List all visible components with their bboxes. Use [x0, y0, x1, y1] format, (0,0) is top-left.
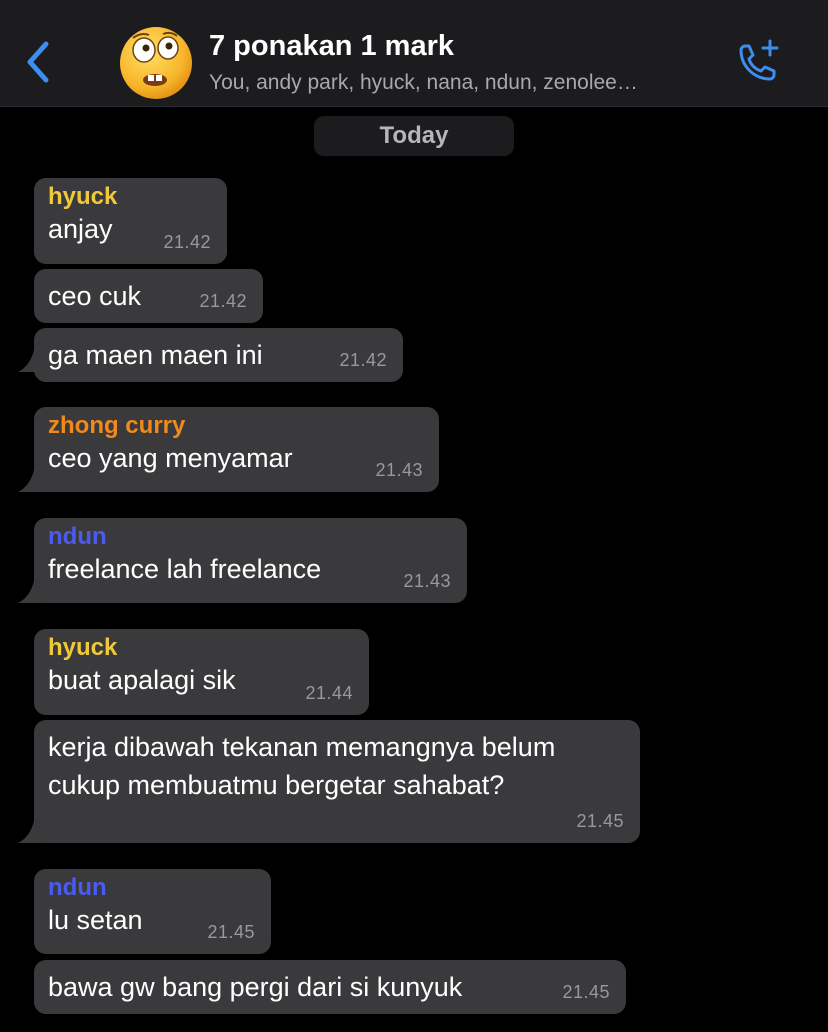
message-time: 21.42	[163, 232, 211, 252]
sender-name[interactable]: ndun	[48, 524, 453, 550]
group-avatar[interactable]	[119, 26, 193, 100]
message-time: 21.42	[339, 350, 387, 370]
message-time: 21.45	[562, 982, 610, 1002]
chat-header: 7 ponakan 1 mark You, andy park, hyuck, …	[0, 0, 828, 107]
message-text-line: kerja dibawah tekanan memangnya belum	[48, 732, 556, 762]
message-bubble[interactable]: bawa gw bang pergi dari si kunyuk 21.45	[34, 960, 626, 1014]
message-text: ceo yang menyamar	[48, 443, 293, 473]
sender-name[interactable]: hyuck	[48, 635, 355, 661]
message-bubble[interactable]: hyuck buat apalagi sik 21.44	[34, 629, 369, 715]
message-time: 21.45	[207, 922, 255, 942]
message-bubble[interactable]: kerja dibawah tekanan memangnya belum cu…	[34, 720, 640, 843]
date-divider: Today	[314, 116, 514, 156]
sender-name[interactable]: zhong curry	[48, 413, 425, 439]
phone-plus-icon	[739, 39, 779, 81]
message-bubble[interactable]: zhong curry ceo yang menyamar 21.43	[34, 407, 439, 492]
back-button[interactable]	[18, 36, 58, 88]
chat-members[interactable]: You, andy park, hyuck, nana, ndun, zenol…	[209, 71, 721, 95]
message-time: 21.45	[576, 811, 624, 831]
message-text: freelance lah freelance	[48, 554, 322, 584]
message-bubble[interactable]: ga maen maen ini 21.42	[34, 328, 403, 382]
message-time: 21.43	[375, 460, 423, 480]
sender-name[interactable]: ndun	[48, 875, 257, 901]
chat-title[interactable]: 7 ponakan 1 mark	[209, 30, 454, 63]
message-text: ga maen maen ini	[48, 340, 263, 370]
message-time: 21.44	[305, 683, 353, 703]
message-text: bawa gw bang pergi dari si kunyuk	[48, 972, 463, 1002]
message-text-line: cukup membuatmu bergetar sahabat?	[48, 770, 505, 800]
message-time: 21.42	[199, 291, 247, 311]
drooling-face-emoji-icon	[120, 27, 192, 99]
message-bubble[interactable]: hyuck anjay 21.42	[34, 178, 227, 264]
message-bubble[interactable]: ndun freelance lah freelance 21.43	[34, 518, 467, 603]
message-bubble[interactable]: ceo cuk 21.42	[34, 269, 263, 323]
message-bubble[interactable]: ndun lu setan 21.45	[34, 869, 271, 954]
sender-name[interactable]: hyuck	[48, 184, 213, 210]
chevron-left-icon	[27, 41, 49, 83]
add-call-button[interactable]	[732, 38, 782, 88]
message-time: 21.43	[403, 571, 451, 591]
